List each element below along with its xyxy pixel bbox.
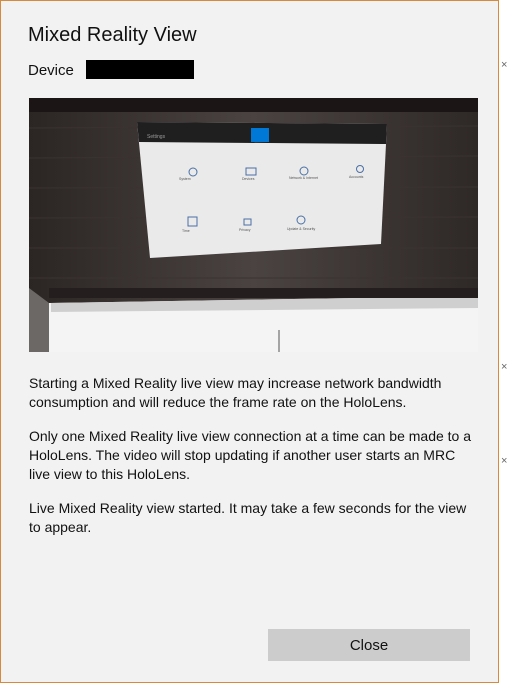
- device-name-redacted: [86, 60, 194, 79]
- video-frame: Settings System Devices Network & Intern…: [29, 98, 478, 352]
- tile-privacy: Privacy: [239, 228, 251, 232]
- mixed-reality-view-dialog: Mixed Reality View Device Settings Syste…: [0, 0, 499, 683]
- status-message: Live Mixed Reality view started. It may …: [29, 500, 467, 535]
- background-close-icon: ×: [501, 361, 508, 373]
- dialog-title: Mixed Reality View: [28, 24, 197, 46]
- tile-accounts: Accounts: [349, 175, 364, 179]
- tile-devices: Devices: [242, 177, 255, 181]
- close-button[interactable]: Close: [268, 629, 470, 661]
- device-label: Device: [28, 62, 74, 79]
- live-video-preview: Settings System Devices Network & Intern…: [29, 98, 478, 352]
- background-close-icon: ×: [501, 59, 508, 71]
- single-connection-note: Only one Mixed Reality live view connect…: [29, 428, 472, 482]
- background-close-icon: ×: [501, 455, 508, 467]
- bandwidth-warning: Starting a Mixed Reality live view may i…: [29, 375, 442, 410]
- tile-system: System: [179, 177, 191, 181]
- panel-title: Settings: [147, 134, 166, 140]
- tile-update: Update & Security: [287, 227, 315, 231]
- tile-network: Network & Internet: [289, 176, 318, 180]
- tile-time: Time: [182, 229, 190, 233]
- holographic-settings-panel: Settings System Devices Network & Intern…: [137, 122, 387, 258]
